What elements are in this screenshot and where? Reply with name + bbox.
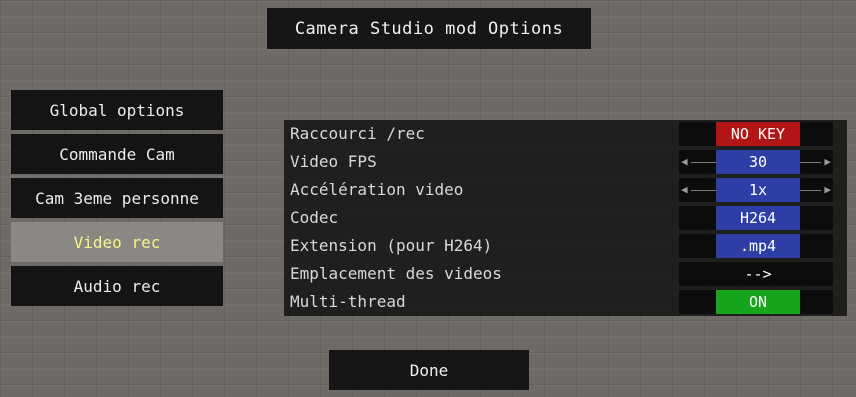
multithread-control: ON xyxy=(679,290,833,314)
left-arrow-icon[interactable]: ◀ xyxy=(681,183,688,196)
left-arrow-icon[interactable]: ◀ xyxy=(681,155,688,168)
option-label: Extension (pour H264) xyxy=(290,236,493,255)
sidebar-item-label: Cam 3eme personne xyxy=(35,188,199,208)
extension-button[interactable]: .mp4 xyxy=(716,234,800,258)
fps-value: 30 xyxy=(716,150,800,174)
codec-button[interactable]: H264 xyxy=(716,206,800,230)
keybind-control: NO KEY xyxy=(679,122,833,146)
page-title-text: Camera Studio mod Options xyxy=(294,18,564,39)
option-row-acceleration: Accélération video ◀ 1x ▶ xyxy=(284,176,847,204)
sidebar-item-commande-cam[interactable]: Commande Cam xyxy=(11,134,223,174)
option-row-codec: Codec H264 xyxy=(284,204,847,232)
fps-slider[interactable]: ◀ 30 ▶ xyxy=(679,150,833,174)
sidebar-item-label: Video rec xyxy=(73,232,161,252)
right-arrow-icon[interactable]: ▶ xyxy=(824,155,831,168)
sidebar-item-video-rec[interactable]: Video rec xyxy=(11,222,223,262)
codec-control: H264 xyxy=(679,206,833,230)
sidebar-item-label: Global options xyxy=(49,100,185,120)
multithread-toggle[interactable]: ON xyxy=(716,290,800,314)
sidebar-item-audio-rec[interactable]: Audio rec xyxy=(11,266,223,306)
option-row-emplacement: Emplacement des videos --> xyxy=(284,260,847,288)
option-row-multi-thread: Multi-thread ON xyxy=(284,288,847,316)
slider-track xyxy=(691,190,716,191)
option-label: Raccourci /rec xyxy=(290,124,425,143)
sidebar-item-cam-3eme-personne[interactable]: Cam 3eme personne xyxy=(11,178,223,218)
option-row-raccourci: Raccourci /rec NO KEY xyxy=(284,120,847,148)
sidebar-item-label: Commande Cam xyxy=(59,144,175,164)
keybind-button[interactable]: NO KEY xyxy=(716,122,800,146)
option-label: Video FPS xyxy=(290,152,377,171)
page-title: Camera Studio mod Options xyxy=(267,8,591,49)
slider-track xyxy=(691,162,716,163)
folder-control: --> xyxy=(679,262,833,286)
right-arrow-icon[interactable]: ▶ xyxy=(824,183,831,196)
sidebar-item-label: Audio rec xyxy=(73,276,161,296)
option-label: Accélération video xyxy=(290,180,464,199)
sidebar: Global options Commande Cam Cam 3eme per… xyxy=(11,90,223,310)
options-list: Raccourci /rec NO KEY Video FPS ◀ 30 ▶ A… xyxy=(284,120,847,316)
option-row-video-fps: Video FPS ◀ 30 ▶ xyxy=(284,148,847,176)
open-folder-button[interactable]: --> xyxy=(716,262,800,286)
acceleration-value: 1x xyxy=(716,178,800,202)
slider-track xyxy=(800,190,821,191)
acceleration-slider[interactable]: ◀ 1x ▶ xyxy=(679,178,833,202)
slider-track xyxy=(800,162,821,163)
done-button[interactable]: Done xyxy=(329,350,529,390)
option-label: Codec xyxy=(290,208,339,227)
option-label: Multi-thread xyxy=(290,292,406,311)
option-row-extension: Extension (pour H264) .mp4 xyxy=(284,232,847,260)
extension-control: .mp4 xyxy=(679,234,833,258)
option-label: Emplacement des videos xyxy=(290,264,502,283)
done-button-label: Done xyxy=(409,360,449,380)
sidebar-item-global-options[interactable]: Global options xyxy=(11,90,223,130)
